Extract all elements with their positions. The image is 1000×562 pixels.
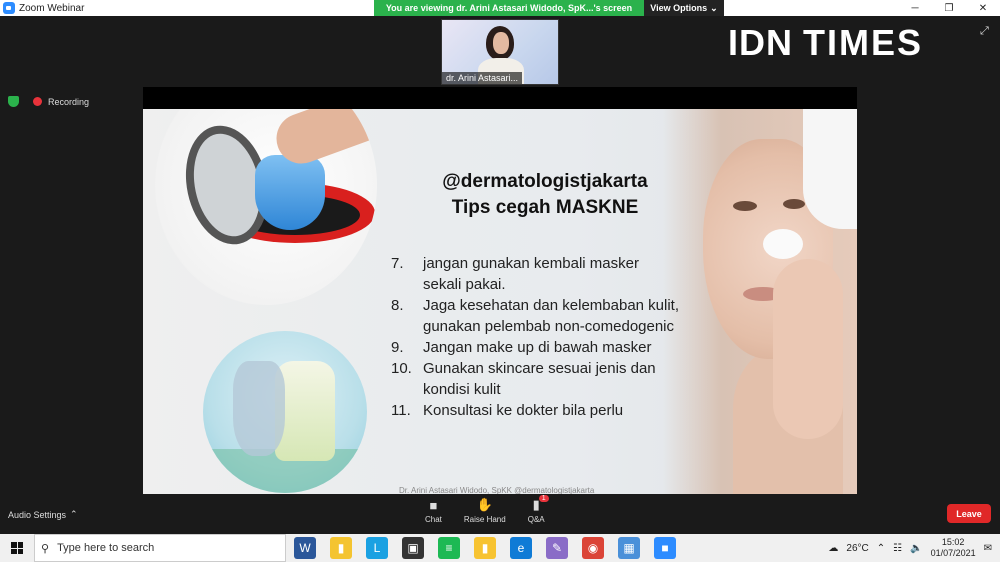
audio-settings-label: Audio Settings (8, 509, 67, 520)
tip-item: 7. jangan gunakan kembali masker sekali … (391, 253, 681, 295)
lens-app-icon[interactable]: L (366, 537, 388, 559)
store-app-icon[interactable]: ▣ (402, 537, 424, 559)
qa-badge: 1 (538, 495, 549, 502)
start-button[interactable] (0, 534, 34, 562)
plastic-mask-shape (233, 361, 285, 456)
recording-dot-icon (33, 97, 42, 106)
network-icon[interactable]: ☷ (893, 543, 902, 554)
clock-date: 01/07/2021 (930, 548, 976, 558)
zoom-taskbar-icon[interactable]: ■ (654, 537, 676, 559)
woman-hand-shape (773, 259, 843, 439)
expand-icon[interactable]: ⤢ (980, 25, 989, 38)
restore-button[interactable]: ❐ (932, 0, 966, 16)
encryption-shield-icon[interactable] (8, 96, 19, 107)
window-title: Zoom Webinar (19, 2, 85, 14)
tip-number: 7. (391, 255, 404, 272)
search-placeholder: Type here to search (57, 542, 155, 554)
slide-title: Tips cegah MASKNE (451, 197, 639, 218)
remote-app-icon[interactable]: ▦ (618, 537, 640, 559)
chat-button[interactable]: ■ Chat (425, 497, 442, 525)
raise-hand-label: Raise Hand (463, 515, 506, 524)
view-options-button[interactable]: View Options ⌄ (644, 0, 724, 16)
paint-app-icon[interactable]: ✎ (546, 537, 568, 559)
weather-cloud-icon: ☁ (828, 542, 839, 554)
tip-text: jangan gunakan kembali masker sekali pak… (423, 255, 639, 293)
slide-handle: @dermatologistjakarta (442, 171, 648, 192)
qa-label: Q&A (527, 515, 545, 524)
tip-item: 10. Gunakan skincare sesuai jenis dan ko… (391, 358, 681, 400)
cream-shape (763, 229, 803, 259)
taskbar-search[interactable]: ⚲ Type here to search (34, 534, 286, 562)
chevron-up-icon: ⌃ (70, 509, 78, 519)
screen-share-banner: You are viewing dr. Arini Astasari Widod… (374, 0, 724, 16)
tray-chevron-up-icon[interactable]: ⌃ (877, 543, 885, 554)
tip-item: 11. Konsultasi ke dokter bila perlu (391, 400, 681, 421)
slide-top-bar (143, 87, 857, 109)
volume-icon[interactable]: 🔈 (910, 543, 922, 554)
tip-text: Gunakan skincare sesuai jenis dan kondis… (423, 360, 656, 398)
watermark-left: IDN (728, 22, 793, 63)
chrome-browser-icon[interactable]: ◉ (582, 537, 604, 559)
weather-temp[interactable]: 26°C (846, 543, 868, 554)
hand-icon: ✋ (476, 497, 493, 512)
towel-shape (803, 109, 857, 229)
tip-number: 10. (391, 360, 412, 377)
edge-browser-icon[interactable]: e (510, 537, 532, 559)
pinned-apps: W ▮ L ▣ ≡ ▮ e ✎ ◉ ▦ ■ (294, 537, 676, 559)
watermark-right: TIMES (803, 22, 924, 63)
file-explorer-icon[interactable]: ▮ (330, 537, 352, 559)
slide-footer: Dr. Arini Astasari Widodo, SpKK @dermato… (399, 486, 595, 494)
chat-bubble-icon: ■ (429, 497, 438, 513)
blue-mask-shape (255, 155, 325, 230)
recording-label: Recording (48, 96, 90, 107)
qa-button[interactable]: ▮ 1 Q&A (527, 495, 549, 524)
zoom-app-icon (3, 2, 15, 14)
tip-item: 8. Jaga kesehatan dan kelembaban kulit, … (391, 295, 681, 337)
woman-eye-right (783, 199, 805, 209)
word-app-icon[interactable]: W (294, 537, 316, 559)
mask-bottle-photo (203, 331, 367, 493)
tip-number: 11. (391, 402, 411, 419)
close-button[interactable]: ✕ (966, 0, 1000, 16)
notification-icon[interactable]: ✉ (984, 543, 992, 554)
tip-text: Konsultasi ke dokter bila perlu (423, 402, 624, 419)
chat-label: Chat (425, 515, 442, 524)
spotify-app-icon[interactable]: ≡ (438, 537, 460, 559)
woman-eye-left (733, 201, 757, 211)
meeting-toolbar: ■ Chat ✋ Raise Hand ▮ 1 Q&A (425, 495, 549, 525)
leave-button[interactable]: Leave (947, 504, 991, 523)
speaker-video-thumbnail[interactable]: dr. Arini Astasari... (441, 19, 559, 85)
view-options-label: View Options (650, 3, 708, 13)
system-tray: ☁ 26°C ⌃ ☷ 🔈 15:02 01/07/2021 ✉ (828, 534, 1000, 562)
search-icon: ⚲ (41, 542, 50, 555)
raise-hand-button[interactable]: ✋ Raise Hand (463, 497, 506, 524)
trash-mask-photo (155, 109, 377, 305)
speaker-face (493, 32, 509, 54)
minimize-button[interactable]: ─ (898, 0, 932, 16)
recording-status: Recording (8, 96, 89, 107)
clock[interactable]: 15:02 01/07/2021 (931, 537, 976, 559)
tips-list: 7. jangan gunakan kembali masker sekali … (391, 253, 681, 421)
windows-logo-icon (11, 542, 23, 554)
idn-times-watermark: IDN TIMES (728, 22, 923, 64)
tip-text: Jangan make up di bawah masker (423, 339, 652, 356)
viewing-label: You are viewing dr. Arini Astasari Widod… (374, 0, 644, 16)
chevron-down-icon: ⌄ (710, 2, 718, 13)
tip-number: 9. (391, 339, 404, 356)
tip-item: 9. Jangan make up di bawah masker (391, 337, 681, 358)
audio-settings-button[interactable]: Audio Settings ⌃ (8, 509, 78, 520)
speaker-name: dr. Arini Astasari... (442, 72, 523, 84)
sticky-notes-icon[interactable]: ▮ (474, 537, 496, 559)
tip-text: Jaga kesehatan dan kelembaban kulit, gun… (423, 297, 680, 335)
window-controls: ─ ❐ ✕ (898, 0, 1000, 16)
shared-slide: @dermatologistjakarta Tips cegah MASKNE … (143, 109, 857, 494)
clock-time: 15:02 (941, 537, 965, 547)
tip-number: 8. (391, 297, 404, 314)
windows-taskbar: ⚲ Type here to search W ▮ L ▣ ≡ ▮ e ✎ ◉ … (0, 534, 1000, 562)
